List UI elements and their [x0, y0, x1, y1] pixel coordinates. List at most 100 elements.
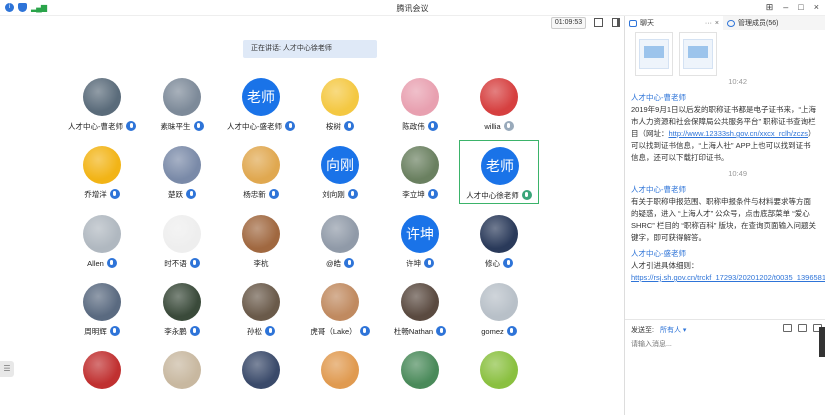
close-tab-icon[interactable]: ×	[715, 20, 719, 27]
message-sender[interactable]: 人才中心-盛老师	[631, 248, 817, 260]
participant-name: 时不语	[164, 258, 187, 268]
recipient-select[interactable]: 所有人 ▾	[660, 325, 686, 335]
participant-name: 李杭	[253, 258, 269, 268]
avatar	[163, 351, 201, 389]
participant-tile[interactable]	[142, 345, 222, 409]
participant-tile[interactable]: 人才中心-曹老师	[62, 72, 142, 136]
avatar	[83, 215, 121, 253]
participant-name-row: Allen	[62, 257, 142, 269]
message-body: 有关于职称申报范围、职称申报条件与材料要求等方面的疑惑，进入 “上海人才” 公众…	[631, 196, 817, 244]
participant-name-row: 杨忠新	[221, 188, 301, 200]
participant-tile[interactable]: 李杭	[221, 209, 301, 273]
expand-list-icon[interactable]: ☰	[0, 361, 14, 377]
participant-tile[interactable]: gomez	[459, 277, 539, 341]
participant-tile[interactable]: Allen	[62, 209, 142, 273]
avatar	[401, 351, 439, 389]
participant-tile[interactable]: @皓	[300, 209, 380, 273]
chat-icon	[629, 19, 637, 27]
participant-tile[interactable]: 杨忠新	[221, 140, 301, 204]
participant-name: 杜畅Nathan	[393, 326, 434, 336]
microphone-icon	[265, 326, 275, 336]
participant-tile[interactable]: 老师 人才中心-盛老师	[221, 72, 301, 136]
participant-tile[interactable]: willia	[459, 72, 539, 136]
image-message[interactable]	[635, 32, 673, 76]
minimize-icon[interactable]: –	[783, 2, 788, 13]
side-panel: 聊天 ··· × 管理成员(56) 10:42 人才中心-曹老师 2019年9月1日…	[624, 16, 825, 415]
participant-tile[interactable]: 许坤 许坤	[380, 209, 460, 273]
participant-tile[interactable]: 向刚 刘向刚	[300, 140, 380, 204]
microphone-icon	[347, 189, 358, 199]
participant-name: 李立坤	[402, 189, 425, 199]
message-time: 10:49	[728, 169, 747, 178]
participant-tile[interactable]: 杜畅Nathan	[380, 277, 460, 341]
avatar	[321, 283, 359, 321]
recipient-row: 发送至: 所有人 ▾	[631, 325, 686, 335]
participant-name: 虎哥（Lake）	[310, 326, 357, 336]
recipient-label: 发送至:	[631, 327, 654, 334]
message-text: 有关于职称申报范围、职称申报条件与材料要求等方面的疑惑，进入 “上海人才” 公众…	[631, 197, 816, 242]
message-link[interactable]: http://www.12333sh.gov.cn/xxcx_rclh/zczs	[669, 129, 809, 138]
participant-name: 李永鹏	[164, 326, 187, 336]
participant-name-row: 李杭	[221, 257, 301, 269]
participant-name-row: 孙松	[221, 325, 301, 337]
pin-icon[interactable]: ⊞	[766, 2, 774, 13]
participant-tile[interactable]: 陈政伟	[380, 72, 460, 136]
folder-icon[interactable]	[783, 324, 792, 332]
avatar: 老师	[481, 147, 519, 185]
message-body: 人才引进具体细则： https://rsj.sh.gov.cn/trckf_172…	[631, 260, 825, 284]
message-sender[interactable]: 人才中心-曹老师	[631, 92, 817, 104]
microphone-icon	[344, 121, 354, 131]
avatar	[321, 78, 359, 116]
microphone-icon	[506, 326, 517, 336]
microphone-icon	[106, 258, 117, 268]
microphone-icon	[427, 189, 438, 199]
participant-tile[interactable]: 老师 人才中心徐老师	[459, 140, 539, 204]
microphone-icon	[359, 326, 370, 336]
message-list: 10:42 人才中心-曹老师 2019年9月1日以后发的职称证书都是电子证书来，“上…	[631, 76, 825, 288]
close-icon[interactable]: ×	[814, 2, 819, 13]
participant-name: @皓	[325, 258, 342, 268]
message-text: 人才引进具体细则：	[631, 261, 699, 270]
image-message[interactable]	[679, 32, 717, 76]
participant-tile[interactable]: 周明辉	[62, 277, 142, 341]
message-sender[interactable]: 人才中心-曹老师	[631, 184, 817, 196]
message-input[interactable]	[631, 338, 811, 350]
participant-name: 刘向刚	[322, 189, 345, 199]
participant-tile[interactable]: 素昧平生	[142, 72, 222, 136]
avatar	[321, 351, 359, 389]
participant-tile[interactable]	[221, 345, 301, 409]
tab-chat[interactable]: 聊天 ··· ×	[625, 16, 723, 30]
participant-tile[interactable]: 时不语	[142, 209, 222, 273]
microphone-icon	[109, 189, 120, 199]
avatar: 老师	[242, 78, 280, 116]
participant-tile[interactable]: 修心	[459, 209, 539, 273]
message-link[interactable]: https://rsj.sh.gov.cn/trckf_17293/202012…	[631, 273, 825, 282]
participant-tile[interactable]: 李永鹏	[142, 277, 222, 341]
participant-name-row: @皓	[300, 257, 380, 269]
participant-tile[interactable]: 李立坤	[380, 140, 460, 204]
layout-toggle-icon[interactable]	[612, 18, 620, 27]
participant-tile[interactable]	[62, 345, 142, 409]
participant-tile[interactable]: 虎哥（Lake）	[300, 277, 380, 341]
microphone-icon	[503, 121, 514, 131]
participant-tile[interactable]	[380, 345, 460, 409]
participant-tile[interactable]: 孙松	[221, 277, 301, 341]
maximize-icon[interactable]: □	[798, 2, 803, 13]
fullscreen-icon[interactable]	[594, 18, 603, 27]
participant-tile[interactable]: 乔增洋	[62, 140, 142, 204]
participant-tile[interactable]: 桉树	[300, 72, 380, 136]
participant-tile[interactable]	[459, 345, 539, 409]
speaking-banner: 正在讲话: 人才中心徐老师	[243, 40, 377, 58]
compose-area: 发送至: 所有人 ▾	[625, 319, 825, 415]
microphone-icon	[436, 326, 447, 336]
screenshot-icon[interactable]	[798, 324, 807, 332]
participant-name-row: 桉树	[300, 120, 380, 132]
scrollbar-handle[interactable]	[819, 327, 825, 357]
participant-name: 修心	[485, 258, 500, 268]
tab-members-label: 管理成员(56)	[738, 20, 779, 27]
participant-name-row: 李永鹏	[142, 325, 222, 337]
participant-tile[interactable]	[300, 345, 380, 409]
more-icon[interactable]: ···	[705, 20, 712, 27]
participant-tile[interactable]: 楚跃	[142, 140, 222, 204]
tab-members[interactable]: 管理成员(56)	[723, 16, 825, 30]
